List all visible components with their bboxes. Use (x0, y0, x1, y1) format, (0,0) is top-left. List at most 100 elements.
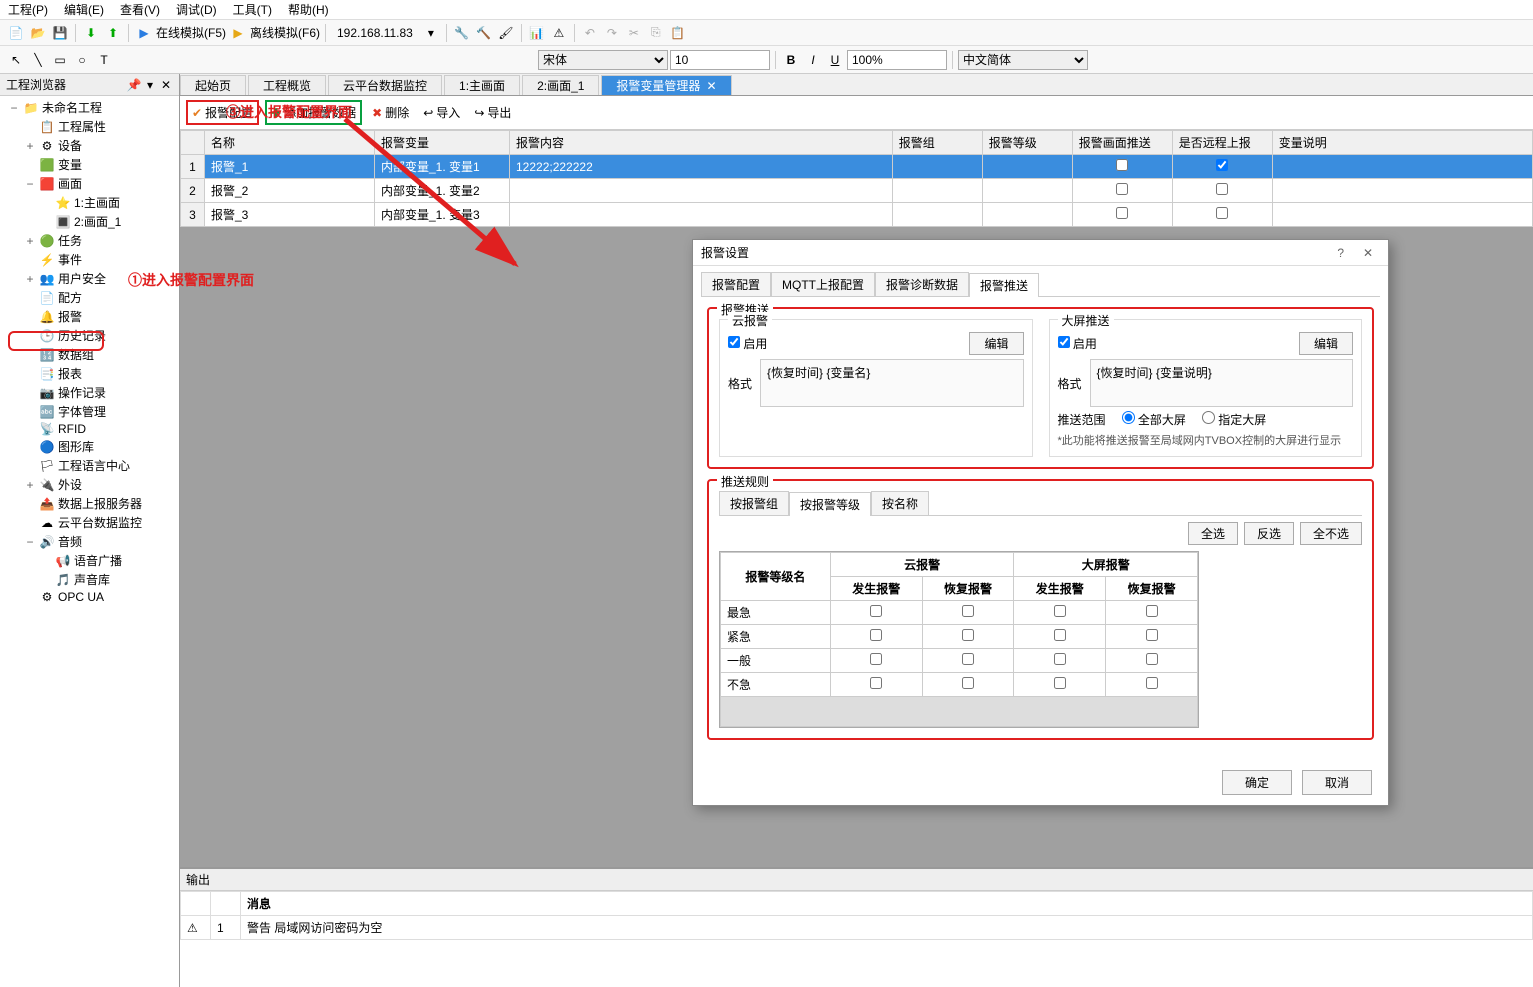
rule-check[interactable] (870, 629, 882, 641)
tool2-icon[interactable]: 🔨 (474, 23, 494, 43)
ip-address[interactable]: 192.168.11.83 (331, 26, 419, 40)
tree-item[interactable]: −🔊音频 (2, 532, 177, 551)
save-icon[interactable]: 💾 (50, 23, 70, 43)
tree-item[interactable]: 🎵声音库 (2, 570, 177, 589)
invert-sel-button[interactable]: 反选 (1244, 522, 1294, 545)
tree-item[interactable]: 📋工程属性 (2, 117, 177, 136)
tree-root[interactable]: −📁未命名工程 (2, 98, 177, 117)
line-icon[interactable]: ╲ (28, 50, 48, 70)
rule-check[interactable] (870, 605, 882, 617)
rule-check[interactable] (962, 629, 974, 641)
bold-icon[interactable]: B (781, 50, 801, 70)
select-all-button[interactable]: 全选 (1188, 522, 1238, 545)
tree-item[interactable]: 🔵图形库 (2, 437, 177, 456)
remote-check[interactable] (1216, 207, 1228, 219)
tree-item[interactable]: 📡RFID (2, 421, 177, 437)
push-check[interactable] (1116, 159, 1128, 171)
copy-icon[interactable]: ⎘ (646, 23, 666, 43)
alarm-grid[interactable]: 名称报警变量报警内容报警组报警等级报警画面推送是否远程上报变量说明1报警_1内部… (180, 130, 1533, 227)
rule-check[interactable] (1054, 653, 1066, 665)
menu-project[interactable]: 工程(P) (8, 1, 48, 18)
offline-sim-label[interactable]: 离线模拟(F6) (250, 24, 320, 41)
tree-item[interactable]: 📷操作记录 (2, 383, 177, 402)
menu-edit[interactable]: 编辑(E) (64, 1, 104, 18)
import-button[interactable]: ↩ 导入 (419, 102, 464, 123)
rule-row[interactable]: 紧急 (721, 625, 1198, 649)
rect-icon[interactable]: ▭ (50, 50, 70, 70)
font-select[interactable]: 宋体 (538, 50, 668, 70)
tree-item[interactable]: ☁云平台数据监控 (2, 513, 177, 532)
export-button[interactable]: ↪ 导出 (470, 102, 515, 123)
help-icon[interactable]: ? (1329, 246, 1353, 260)
download-icon[interactable]: ⬇ (81, 23, 101, 43)
cloud-edit-button[interactable]: 编辑 (969, 332, 1023, 355)
chart-icon[interactable]: 📊 (527, 23, 547, 43)
rule-check[interactable] (870, 653, 882, 665)
push-check[interactable] (1116, 183, 1128, 195)
rules-table[interactable]: 报警等级名云报警大屏报警发生报警恢复报警发生报警恢复报警最急紧急一般不急 (719, 551, 1199, 728)
lang-select[interactable]: 中文简体 (958, 50, 1088, 70)
dlg-tab[interactable]: 报警配置 (701, 272, 771, 296)
tab-1[interactable]: 工程概览 (248, 75, 326, 95)
underline-icon[interactable]: U (825, 50, 845, 70)
rule-check[interactable] (870, 677, 882, 689)
remote-check[interactable] (1216, 183, 1228, 195)
close-panel-icon[interactable]: ✕ (159, 78, 173, 92)
tab-3[interactable]: 1:主画面 (444, 75, 520, 95)
alarm-icon[interactable]: ⚠ (549, 23, 569, 43)
tree-item[interactable]: 🔤字体管理 (2, 402, 177, 421)
menu-view[interactable]: 查看(V) (120, 1, 160, 18)
dlg-tab[interactable]: 报警推送 (969, 273, 1039, 297)
tab-0[interactable]: 起始页 (180, 75, 246, 95)
tree-item[interactable]: +🔌外设 (2, 475, 177, 494)
redo-icon[interactable]: ↷ (602, 23, 622, 43)
rule-check[interactable] (962, 653, 974, 665)
rule-check[interactable] (1146, 629, 1158, 641)
rule-check[interactable] (1054, 677, 1066, 689)
circle-icon[interactable]: ○ (72, 50, 92, 70)
alarm-row[interactable]: 2报警_2内部变量_1. 变量2 (181, 179, 1533, 203)
zoom-input[interactable] (847, 50, 947, 70)
tree-item[interactable]: 📤数据上报服务器 (2, 494, 177, 513)
rule-tab[interactable]: 按报警组 (719, 491, 789, 515)
tree-item[interactable]: 🟩变量 (2, 155, 177, 174)
rule-check[interactable] (1146, 677, 1158, 689)
brush-icon[interactable]: 🖌 (496, 23, 516, 43)
upload-icon[interactable]: ⬆ (103, 23, 123, 43)
rule-tab[interactable]: 按名称 (871, 491, 929, 515)
tree-item[interactable]: 🔢数据组 (2, 345, 177, 364)
menu-debug[interactable]: 调试(D) (176, 1, 217, 18)
rule-tab[interactable]: 按报警等级 (789, 492, 871, 516)
tree-item[interactable]: 🔳2:画面_1 (2, 212, 177, 231)
tree-item[interactable]: 🏳工程语言中心 (2, 456, 177, 475)
project-tree[interactable]: −📁未命名工程📋工程属性+⚙设备🟩变量−🟥画面⭐1:主画面🔳2:画面_1+🟢任务… (0, 96, 179, 987)
scope-spec-radio[interactable]: 指定大屏 (1202, 411, 1266, 428)
menu-tools[interactable]: 工具(T) (233, 1, 272, 18)
rule-row[interactable]: 不急 (721, 673, 1198, 697)
screen-edit-button[interactable]: 编辑 (1299, 332, 1353, 355)
tree-item[interactable]: +⚙设备 (2, 136, 177, 155)
chevron-down-icon[interactable]: ▾ (421, 23, 441, 43)
dlg-tab[interactable]: 报警诊断数据 (875, 272, 969, 296)
dropdown-icon[interactable]: ▾ (143, 78, 157, 92)
cloud-enable-check[interactable]: 启用 (728, 335, 767, 352)
remote-check[interactable] (1216, 159, 1228, 171)
rule-row[interactable]: 最急 (721, 601, 1198, 625)
tree-item[interactable]: +🟢任务 (2, 231, 177, 250)
new-icon[interactable]: 📄 (6, 23, 26, 43)
screen-enable-check[interactable]: 启用 (1058, 335, 1097, 352)
tab-5[interactable]: 报警变量管理器✕ (601, 75, 731, 95)
cut-icon[interactable]: ✂ (624, 23, 644, 43)
tab-4[interactable]: 2:画面_1 (522, 75, 599, 95)
rule-row[interactable]: 一般 (721, 649, 1198, 673)
rule-check[interactable] (962, 605, 974, 617)
text-icon[interactable]: T (94, 50, 114, 70)
paste-icon[interactable]: 📋 (668, 23, 688, 43)
ok-button[interactable]: 确定 (1222, 770, 1292, 795)
tree-item[interactable]: ⚡事件 (2, 250, 177, 269)
rule-check[interactable] (1146, 653, 1158, 665)
tree-item[interactable]: −🟥画面 (2, 174, 177, 193)
tree-item[interactable]: 🕒历史记录 (2, 326, 177, 345)
cancel-button[interactable]: 取消 (1302, 770, 1372, 795)
output-row[interactable]: ⚠ 1 警告 局域网访问密码为空 (181, 916, 1533, 940)
